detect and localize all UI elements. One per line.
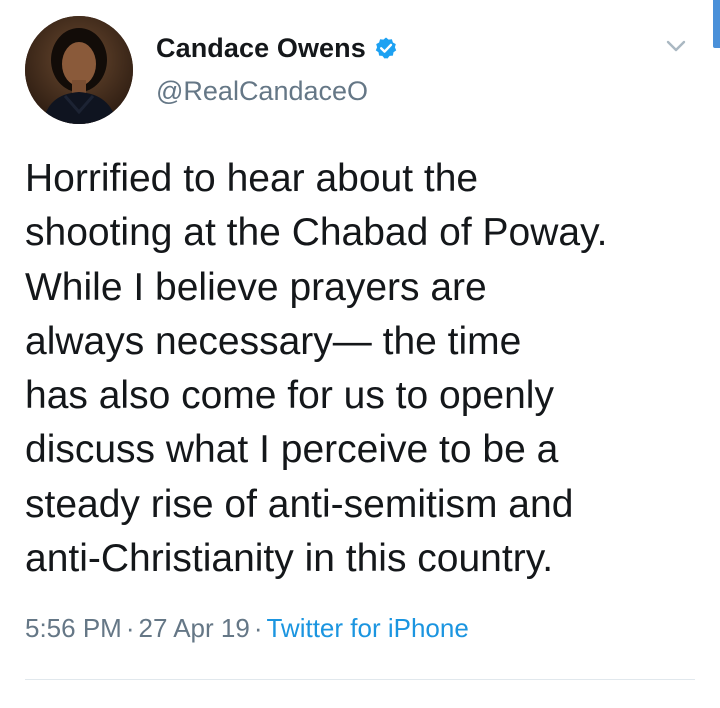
tweet-date[interactable]: 27 Apr 19	[139, 613, 250, 643]
tweet-header: Candace Owens @RealCandaceO	[25, 16, 705, 128]
tweet-metadata: 5:56 PM · 27 Apr 19 · Twitter for iPhone	[25, 613, 469, 644]
divider	[25, 679, 695, 680]
scrollbar[interactable]	[713, 0, 720, 48]
avatar-photo-icon	[25, 16, 133, 124]
display-name-row: Candace Owens	[156, 28, 398, 68]
separator: ·	[253, 613, 263, 643]
separator: ·	[125, 613, 135, 643]
verified-badge-icon	[374, 36, 398, 60]
tweet-source-link[interactable]: Twitter for iPhone	[266, 613, 468, 643]
display-name[interactable]: Candace Owens	[156, 33, 366, 64]
avatar[interactable]	[25, 16, 133, 124]
chevron-down-icon[interactable]	[662, 36, 690, 56]
tweet-time[interactable]: 5:56 PM	[25, 613, 122, 643]
tweet-text: Horrified to hear about the shooting at …	[25, 157, 608, 581]
author-handle[interactable]: @RealCandaceO	[156, 76, 398, 107]
author-names: Candace Owens @RealCandaceO	[156, 28, 398, 107]
tweet-card: Candace Owens @RealCandaceO Horrified to…	[0, 0, 720, 708]
